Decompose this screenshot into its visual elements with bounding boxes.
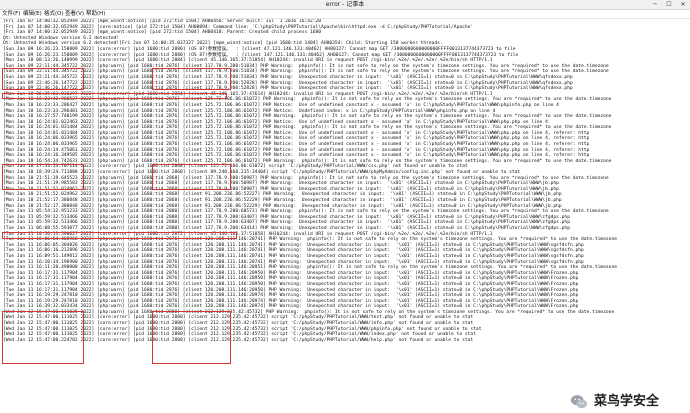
minimize-button[interactable]: ─ (648, 0, 662, 9)
log-line: [Wed Jan 12 15:47:00.224782 2022] [core:… (3, 337, 474, 343)
highlight-box-clients-3 (152, 311, 231, 364)
log-line: [Mon Jan 10 21:51:19.985583 2022] [php:w… (3, 181, 559, 187)
log-line: [Tue Jan 11 16:09:51.149812 2022] [php:w… (3, 253, 584, 259)
log-line: [Tue Jan 11 16:11:20.490800 2022] [php:w… (3, 265, 617, 271)
menu-file[interactable]: 文件(F) (2, 10, 20, 18)
menu-help[interactable]: 帮助(H) (86, 10, 105, 18)
watermark: 菜鸟学安全 (570, 391, 680, 413)
log-line: [Mon Jan 10 16:24:06.033965 2022] [php:w… (3, 142, 590, 148)
text-editor[interactable]: [Fri Jan 07 14:00:32.052949 2022] [mpm_w… (0, 19, 690, 413)
log-line: [Tue Jan 11 16:17:31.117904 2022] [php:w… (3, 281, 579, 287)
close-button[interactable]: ✕ (676, 0, 690, 9)
menu-format[interactable]: 格式(O) (44, 10, 64, 18)
log-line: [Tue Jan 11 06:08:55.593077 2022] [php:w… (3, 225, 570, 231)
menu-bar: 文件(F) 编辑(E) 格式(O) 查看(V) 帮助(H) (0, 10, 690, 19)
notepad-window: error - 记事本 ─ ☐ ✕ 文件(F) 编辑(E) 格式(O) 查看(V… (0, 0, 690, 413)
menu-view[interactable]: 查看(V) (65, 10, 84, 18)
watermark-text: 菜鸟学安全 (594, 394, 660, 409)
log-line: [Sun Jan 09 22:46:26.147722 2022] [php:w… (3, 86, 573, 92)
highlight-box-timestamps-2 (2, 164, 84, 190)
window-title: error - 记事本 (325, 1, 365, 8)
maximize-button[interactable]: ☐ (662, 0, 676, 9)
log-lines: [Fri Jan 07 14:00:32.052949 2022] [mpm_w… (3, 19, 617, 343)
log-line: [Mon Jan 10 16:23:33.286427 2022] [php:w… (3, 102, 559, 108)
log-line: [Tue Jan 11 16:19:29.247810 2022] [php:w… (3, 293, 579, 299)
menu-edit[interactable]: 编辑(E) (23, 10, 42, 18)
log-line: [Sun Jan 09 22:11:44.345722 2022] [php:w… (3, 74, 573, 80)
title-bar[interactable]: error - 记事本 ─ ☐ ✕ (0, 0, 690, 10)
log-line: [Tue Jan 11 05:54:12.951233 2022] [php:w… (3, 209, 609, 215)
highlight-box-clients (152, 68, 231, 90)
wechat-logo-icon (570, 395, 588, 409)
highlight-box-timestamps-3 (2, 311, 84, 364)
highlight-box-timestamps (2, 68, 84, 90)
log-line: [Mon Jan 10 16:27:57.740199 2022] [php:w… (3, 114, 612, 120)
highlight-box-scan (2, 93, 227, 99)
highlight-box-clients-2 (152, 164, 231, 190)
log-line: [Mon Jan 10 21:52:17.380848 2022] [php:w… (3, 198, 562, 203)
highlight-box-line-jan11 (2, 232, 237, 239)
